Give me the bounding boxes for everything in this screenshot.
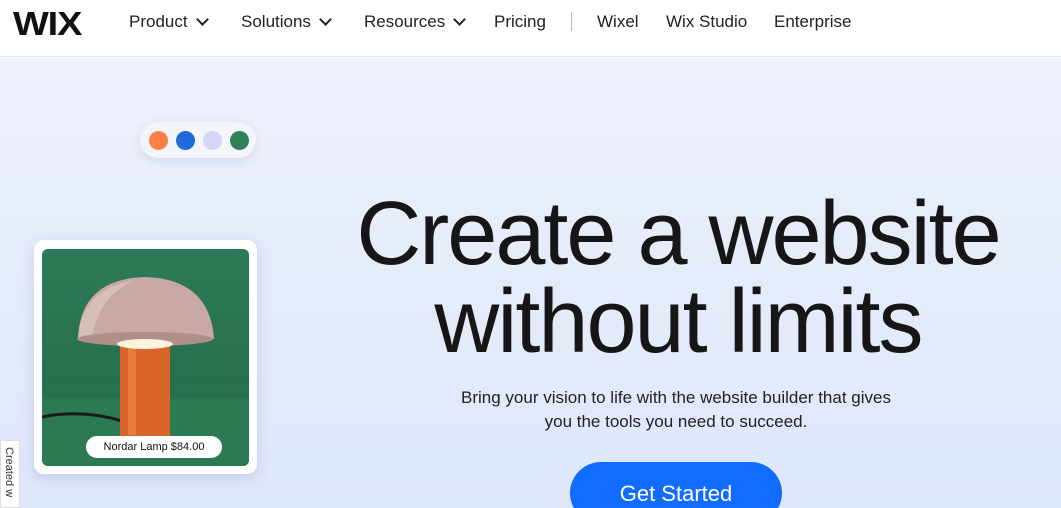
- lamp-illustration: [42, 277, 249, 466]
- get-started-button[interactable]: Get Started: [570, 462, 782, 508]
- nav-product[interactable]: Product: [129, 12, 209, 32]
- lamp-image: Nordar Lamp $84.00: [42, 249, 249, 466]
- nav-solutions-label: Solutions: [241, 12, 311, 31]
- nav-enterprise[interactable]: Enterprise: [774, 12, 851, 32]
- nav-wixel[interactable]: Wixel: [597, 12, 639, 32]
- hero-headline: Create a website without limits: [288, 184, 1061, 372]
- headline-line-1: Create a website: [356, 184, 1001, 284]
- chevron-down-icon: [195, 12, 209, 26]
- nav-solutions[interactable]: Solutions: [241, 12, 332, 32]
- chevron-down-icon: [319, 12, 332, 26]
- color-swatches: [140, 122, 256, 158]
- hero-subtext: Bring your vision to life with the websi…: [461, 388, 891, 431]
- nav-pricing[interactable]: Pricing: [494, 12, 546, 32]
- top-navigation: WIX Product Solutions Resources Pricing …: [0, 0, 1061, 57]
- nav-product-label: Product: [129, 12, 188, 31]
- swatch-lavender[interactable]: [203, 130, 222, 150]
- headline-line-2: without limits: [434, 272, 923, 372]
- nav-resources-label: Resources: [364, 12, 446, 31]
- swatch-green[interactable]: [230, 130, 249, 150]
- nav-divider: [571, 12, 572, 31]
- wix-logo[interactable]: WIX: [13, 5, 82, 43]
- swatch-orange[interactable]: [149, 130, 168, 150]
- swatch-blue[interactable]: [176, 130, 195, 150]
- product-card: Nordar Lamp $84.00: [34, 240, 257, 474]
- created-with-badge[interactable]: Created w: [0, 440, 20, 508]
- product-price-tag: Nordar Lamp $84.00: [86, 436, 222, 458]
- nav-resources[interactable]: Resources: [364, 12, 467, 32]
- created-with-text: Created w: [3, 447, 15, 498]
- chevron-down-icon: [453, 12, 467, 26]
- nav-wix-studio[interactable]: Wix Studio: [666, 12, 747, 32]
